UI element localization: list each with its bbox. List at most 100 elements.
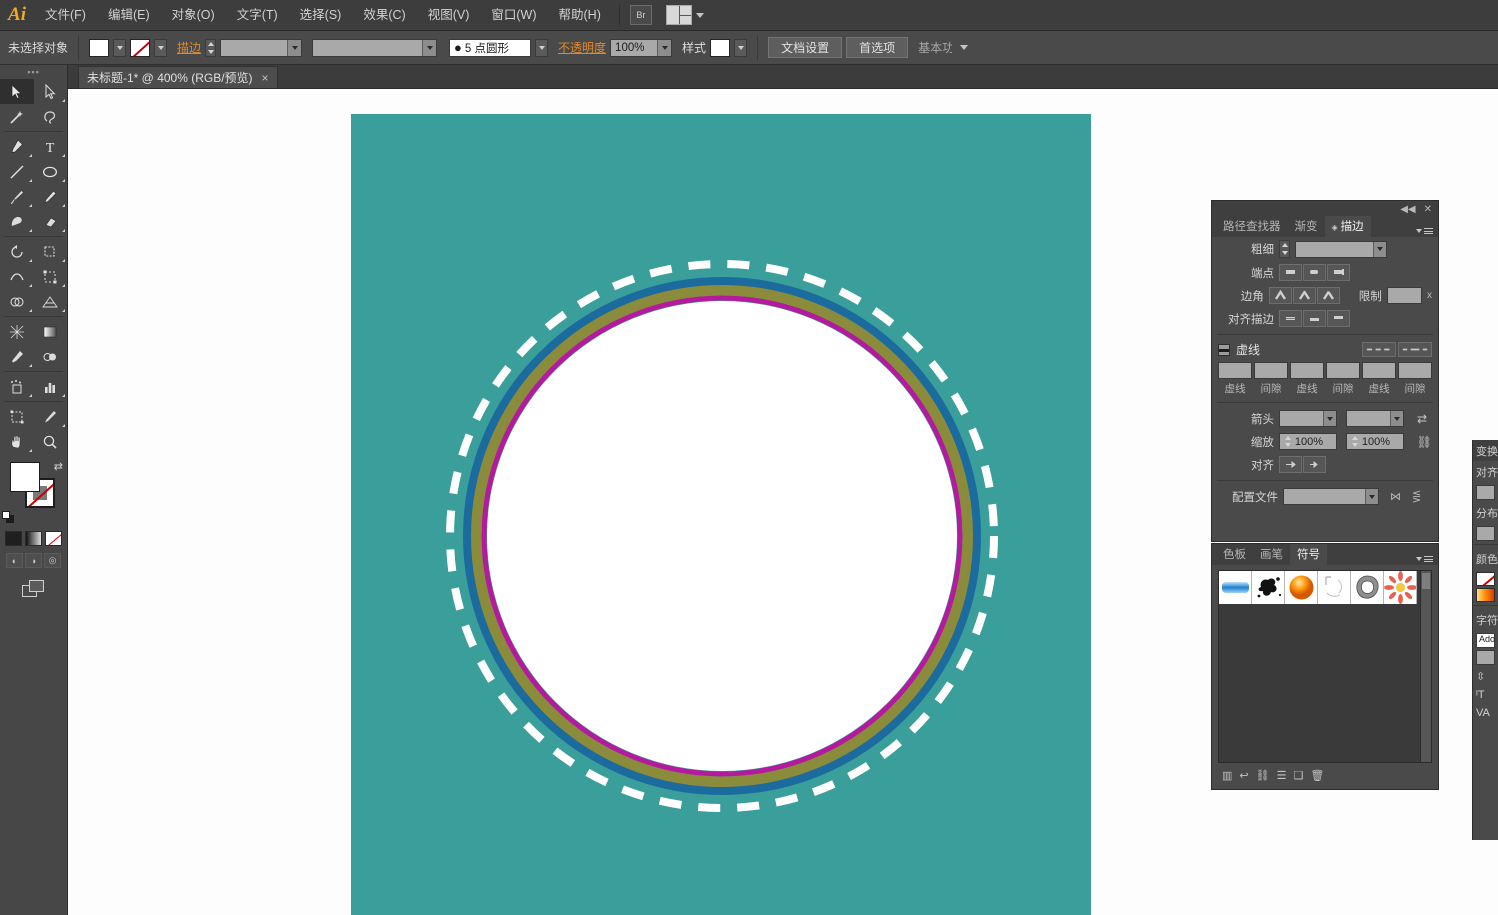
magic-wand-tool[interactable]: [0, 104, 34, 129]
align-buttons-row[interactable]: [1476, 485, 1495, 500]
chevron-down-icon[interactable]: [287, 39, 302, 56]
arrow-start-input[interactable]: [1279, 410, 1337, 427]
flip-across-icon[interactable]: ⋚: [1412, 490, 1421, 503]
shape-builder-tool[interactable]: [0, 289, 34, 314]
width-tool[interactable]: [0, 264, 34, 289]
graphic-style-dropdown[interactable]: [535, 38, 549, 57]
color-spectrum-bar[interactable]: [1476, 588, 1495, 602]
leading-icon[interactable]: VA: [1473, 704, 1498, 722]
menu-view[interactable]: 视图(V): [417, 0, 481, 31]
round-join-button[interactable]: [1292, 287, 1316, 304]
align-outside-button[interactable]: [1327, 310, 1350, 327]
distribute-panel-label[interactable]: 分布: [1473, 502, 1498, 524]
change-screen-mode-button[interactable]: [0, 572, 67, 608]
butt-cap-button[interactable]: [1279, 264, 1302, 281]
symbol-options-icon[interactable]: ☰: [1277, 769, 1287, 782]
eraser-tool[interactable]: [34, 209, 68, 234]
paintbrush-tool[interactable]: [0, 184, 34, 209]
round-cap-button[interactable]: [1303, 264, 1326, 281]
concentric-rings[interactable]: [351, 114, 1091, 915]
bridge-icon[interactable]: Br: [629, 5, 652, 25]
pencil-tool[interactable]: [34, 184, 68, 209]
symbol-blue-bar[interactable]: [1219, 571, 1252, 604]
close-icon[interactable]: ×: [262, 71, 269, 85]
rotate-tool[interactable]: [0, 239, 34, 264]
projecting-cap-button[interactable]: [1327, 264, 1350, 281]
kerning-icon[interactable]: ᴵT: [1473, 686, 1498, 704]
direct-selection-tool[interactable]: [34, 79, 68, 104]
stroke-panel[interactable]: ◀◀ ✕ 路径查找器 渐变 ◈ 描边 粗细 端点 边角 限制 x 对齐描边 ▬ …: [1211, 200, 1439, 542]
arrange-documents-icon[interactable]: [665, 5, 692, 25]
panel-grip[interactable]: ▪▪▪: [0, 65, 67, 79]
tab-brushes[interactable]: 画笔: [1253, 544, 1290, 565]
workspace-switcher[interactable]: 基本功能: [918, 39, 952, 56]
symbols-panel[interactable]: 色板 画笔 符号 ▥ ↩ ⛓ ☰ ❑ 🗑: [1211, 543, 1439, 790]
tab-gradient[interactable]: 渐变: [1287, 216, 1325, 237]
symbol-orange-sphere[interactable]: [1285, 571, 1318, 604]
chevron-down-icon[interactable]: [422, 39, 437, 56]
scale-start-input[interactable]: 100%: [1278, 433, 1337, 450]
chevron-down-icon[interactable]: [1390, 411, 1403, 426]
limit-input[interactable]: [1386, 287, 1422, 304]
place-symbol-instance-icon[interactable]: ↩: [1239, 769, 1248, 782]
ellipse-tool[interactable]: [34, 159, 68, 184]
font-family-input[interactable]: Ado: [1476, 633, 1495, 648]
blob-brush-tool[interactable]: [0, 209, 34, 234]
chevron-down-icon[interactable]: [1373, 241, 1386, 257]
none-button[interactable]: [45, 531, 62, 546]
stroke-swatch[interactable]: [130, 38, 151, 57]
menu-type[interactable]: 文字(T): [226, 0, 289, 31]
draw-normal-button[interactable]: ◐: [6, 553, 23, 568]
dash-preserve-exact-button[interactable]: [1362, 342, 1396, 357]
menu-effect[interactable]: 效果(C): [352, 0, 416, 31]
style-swatch[interactable]: [710, 38, 731, 57]
color-button[interactable]: [5, 531, 22, 546]
brush-definition-input[interactable]: [312, 38, 438, 57]
document-tab[interactable]: 未标题-1* @ 400% (RGB/预览) ×: [78, 66, 278, 88]
dash-align-corners-button[interactable]: [1398, 342, 1432, 357]
miter-join-button[interactable]: [1268, 287, 1292, 304]
distribute-buttons-row[interactable]: [1476, 526, 1495, 541]
fill-dropdown[interactable]: [113, 38, 127, 57]
gradient-button[interactable]: [25, 531, 42, 546]
chevron-down-icon[interactable]: [1365, 489, 1378, 504]
tab-pathfinder[interactable]: 路径查找器: [1216, 216, 1288, 237]
dash-field-3[interactable]: [1362, 362, 1396, 379]
dash-field-2[interactable]: [1290, 362, 1324, 379]
stroke-weight-stepper[interactable]: [205, 38, 217, 57]
preferences-button[interactable]: 首选项: [846, 37, 909, 58]
draw-inside-button[interactable]: ◎: [44, 553, 61, 568]
align-panel-label[interactable]: 对齐: [1473, 461, 1498, 483]
symbol-black-splatter[interactable]: [1252, 571, 1285, 604]
gap-field-2[interactable]: [1326, 362, 1360, 379]
perspective-grid-tool[interactable]: [34, 289, 68, 314]
swap-fill-stroke-icon[interactable]: ⇄: [54, 460, 63, 473]
panel-menu-icon[interactable]: [1416, 228, 1433, 234]
menu-edit[interactable]: 编辑(E): [97, 0, 161, 31]
stroke-weight-input[interactable]: [220, 38, 303, 57]
free-transform-tool[interactable]: [34, 264, 68, 289]
graphic-style-input[interactable]: ● 5 点圆形: [449, 38, 532, 57]
default-fill-stroke-icon[interactable]: [2, 511, 15, 524]
font-size-input[interactable]: [1476, 650, 1495, 665]
draw-behind-button[interactable]: ◑: [25, 553, 42, 568]
dashed-line-checkbox[interactable]: ▬: [1218, 343, 1230, 356]
stroke-dropdown[interactable]: [154, 38, 168, 57]
symbol-light-sketch[interactable]: [1318, 571, 1351, 604]
zoom-tool[interactable]: [34, 429, 68, 454]
symbols-scrollbar[interactable]: [1420, 571, 1431, 762]
symbols-list[interactable]: [1218, 570, 1432, 763]
chevron-down-icon[interactable]: [657, 39, 672, 56]
pen-tool[interactable]: [0, 134, 34, 159]
new-symbol-icon[interactable]: ❑: [1293, 769, 1303, 782]
symbol-libraries-icon[interactable]: ▥: [1222, 769, 1232, 782]
style-dropdown[interactable]: [734, 38, 748, 57]
panel-menu-icon[interactable]: [1416, 556, 1433, 562]
character-panel-label[interactable]: 字符: [1473, 609, 1498, 631]
column-graph-tool[interactable]: [34, 374, 68, 399]
lasso-tool[interactable]: [34, 104, 68, 129]
line-segment-tool[interactable]: [0, 159, 34, 184]
symbol-grey-ring[interactable]: [1351, 571, 1384, 604]
scale-end-input[interactable]: 100%: [1345, 433, 1404, 450]
color-none-swatch[interactable]: [1476, 572, 1495, 586]
